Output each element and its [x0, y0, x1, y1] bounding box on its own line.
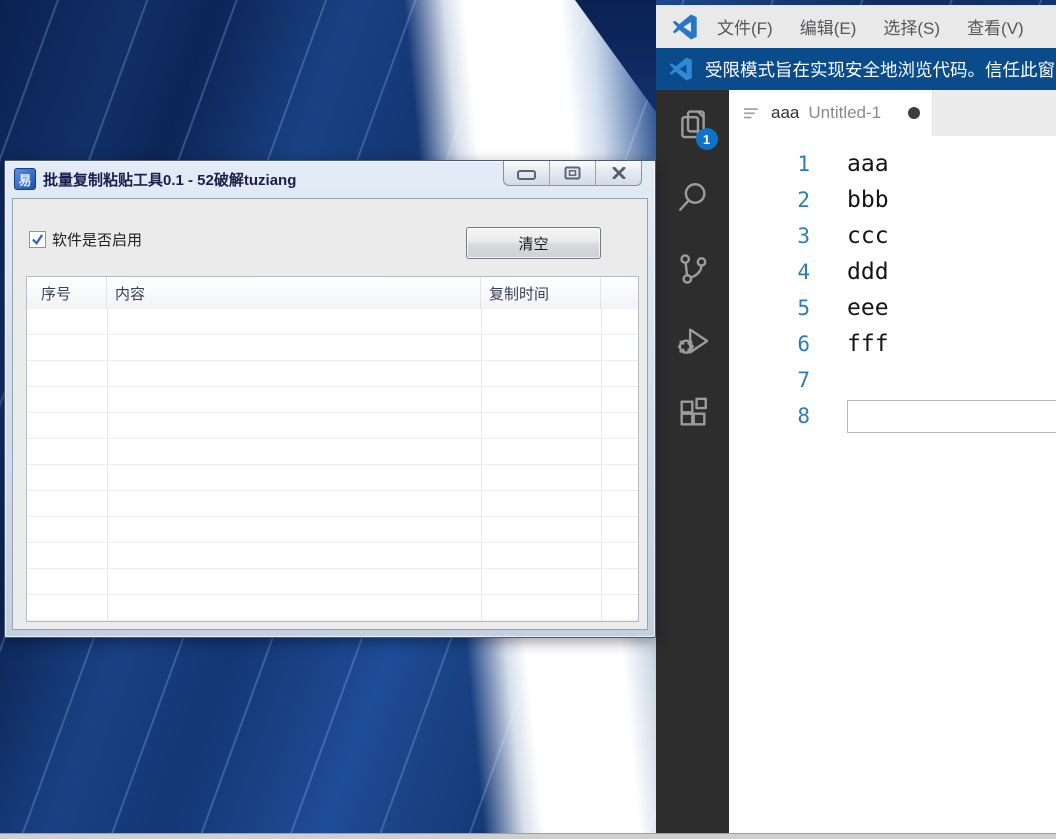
code-line: 5 eee [729, 290, 1056, 326]
restricted-mode-message: 受限模式旨在实现安全地浏览代码。 [705, 57, 985, 82]
tab-modified-dot[interactable] [908, 107, 920, 119]
tool-window-client-area: 软件是否启用 清空 序号 内容 复制时间 [12, 198, 648, 630]
enable-software-row: 软件是否启用 [29, 229, 142, 250]
column-header-index[interactable]: 序号 [27, 277, 107, 309]
table-body-empty [27, 309, 638, 621]
column-divider [481, 309, 482, 621]
code-line: 3 ccc [729, 218, 1056, 254]
line-text: eee [847, 295, 889, 321]
menu-item-view[interactable]: 查看(V) [967, 14, 1024, 39]
trust-window-link[interactable]: 信任此窗 [985, 57, 1055, 82]
minimize-icon [517, 170, 536, 180]
tab-bar: aaa Untitled-1 [729, 90, 1056, 136]
line-number: 5 [729, 296, 810, 320]
code-line: 6 fff [729, 326, 1056, 362]
extensions-icon[interactable] [671, 391, 715, 435]
code-line: 2 bbb [729, 182, 1056, 218]
restricted-mode-banner: 受限模式旨在实现安全地浏览代码。 信任此窗 [656, 48, 1056, 90]
run-debug-icon[interactable] [671, 319, 715, 363]
inline-input-box[interactable] [847, 400, 1056, 433]
line-number: 7 [729, 368, 810, 392]
enable-software-checkbox[interactable] [29, 231, 46, 248]
tab-untitled-1[interactable]: aaa Untitled-1 [729, 90, 933, 136]
menu-item-file[interactable]: 文件(F) [717, 14, 773, 39]
line-text: aaa [847, 151, 889, 177]
search-icon[interactable] [671, 175, 715, 219]
code-line: 8 [729, 398, 1056, 434]
close-button[interactable] [595, 161, 641, 185]
column-header-content[interactable]: 内容 [107, 277, 481, 309]
code-line: 4 ddd [729, 254, 1056, 290]
line-number: 1 [729, 152, 810, 176]
window-controls [503, 161, 642, 186]
vscode-logo-icon [672, 14, 698, 40]
line-text: bbb [847, 187, 889, 213]
line-text: fff [847, 331, 889, 357]
activity-bar: 1 [656, 90, 729, 839]
explorer-icon[interactable]: 1 [671, 103, 715, 147]
code-editor[interactable]: 1 aaa 2 bbb 3 ccc 4 ddd 5 eee [729, 136, 1056, 839]
enable-software-label: 软件是否启用 [52, 229, 142, 250]
line-number: 8 [729, 404, 810, 428]
line-number: 4 [729, 260, 810, 284]
tab-label: aaa [771, 103, 799, 123]
source-control-icon[interactable] [671, 247, 715, 291]
easy-language-icon: 易 [14, 168, 36, 190]
column-header-blank [601, 277, 638, 309]
line-text: ccc [847, 223, 889, 249]
line-text: ddd [847, 259, 889, 285]
menu-item-selection[interactable]: 选择(S) [883, 14, 940, 39]
clipboard-table: 序号 内容 复制时间 [26, 276, 639, 622]
column-divider [601, 309, 602, 621]
line-number: 3 [729, 224, 810, 248]
maximize-icon [564, 166, 581, 180]
clear-button[interactable]: 清空 [466, 227, 601, 259]
menu-item-edit[interactable]: 编辑(E) [800, 14, 857, 39]
tab-description: Untitled-1 [808, 103, 881, 123]
close-icon [612, 167, 626, 179]
code-line: 1 aaa [729, 146, 1056, 182]
batch-copy-tool-window: 易 批量复制粘贴工具0.1 - 52破解tuziang 软件是否启用 [4, 160, 656, 638]
vscode-window: 文件(F) 编辑(E) 选择(S) 查看(V) 受限模式旨在实现安全地浏览代码。… [656, 5, 1056, 839]
explorer-badge: 1 [696, 128, 718, 150]
taskbar-edge [0, 833, 1056, 839]
column-header-copy-time[interactable]: 复制时间 [481, 277, 601, 309]
line-number: 6 [729, 332, 810, 356]
column-divider [107, 309, 108, 621]
code-line: 7 [729, 362, 1056, 398]
maximize-button[interactable] [549, 161, 595, 185]
table-header-row: 序号 内容 复制时间 [27, 277, 638, 310]
vscode-titlebar: 文件(F) 编辑(E) 选择(S) 查看(V) [656, 5, 1056, 48]
tool-window-title: 批量复制粘贴工具0.1 - 52破解tuziang [43, 169, 296, 190]
plaintext-file-icon [743, 105, 760, 122]
checkmark-icon [31, 233, 44, 246]
minimize-button[interactable] [504, 161, 549, 185]
line-number: 2 [729, 188, 810, 212]
vscode-banner-icon [669, 57, 693, 81]
